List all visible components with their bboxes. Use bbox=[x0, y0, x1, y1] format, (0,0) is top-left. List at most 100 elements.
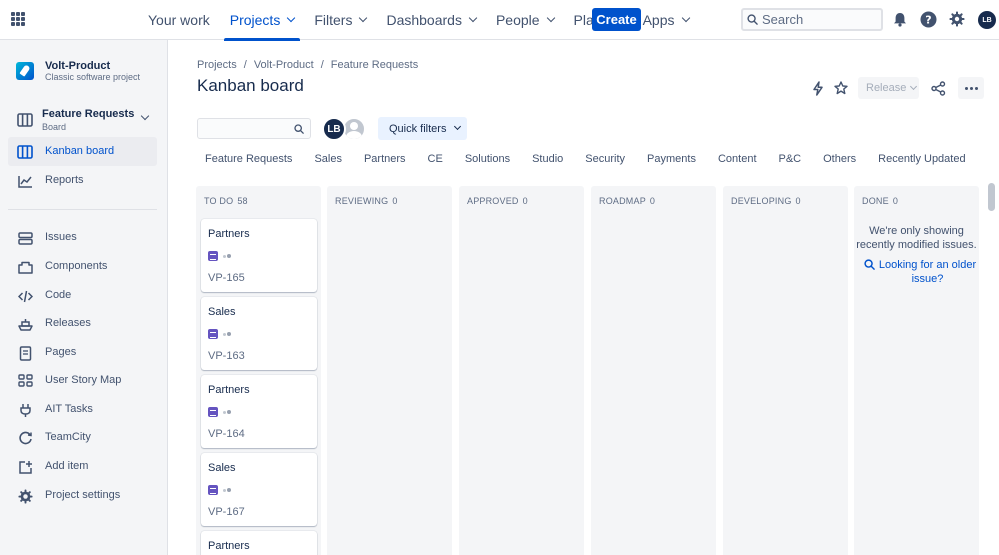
search-icon bbox=[747, 14, 758, 25]
board-search[interactable] bbox=[197, 118, 311, 139]
top-navigation: Your work Projects Filters Dashboards Pe… bbox=[0, 0, 999, 41]
automation-lightning-icon[interactable] bbox=[810, 80, 826, 96]
priority-dots-icon bbox=[223, 410, 231, 414]
issue-card[interactable]: Partners VP-165 bbox=[201, 219, 317, 292]
nav-label: Your work bbox=[148, 12, 210, 28]
assignee-avatar-lb[interactable]: LB bbox=[322, 117, 346, 141]
user-avatar[interactable]: LB bbox=[978, 11, 996, 29]
filter-studio[interactable]: Studio bbox=[524, 150, 571, 170]
card-key: VP-164 bbox=[208, 428, 245, 440]
sidebar-item-add-item[interactable]: Add item bbox=[8, 452, 157, 481]
column-name: REVIEWING bbox=[335, 196, 389, 206]
nav-people[interactable]: People bbox=[486, 0, 564, 40]
release-button[interactable]: Release bbox=[858, 77, 919, 99]
column-count: 58 bbox=[237, 196, 248, 206]
board-selector[interactable]: Feature Requests Board bbox=[8, 104, 158, 136]
sidebar-item-code[interactable]: Code bbox=[8, 281, 157, 310]
card-key: VP-165 bbox=[208, 272, 245, 284]
filter-security[interactable]: Security bbox=[577, 150, 633, 170]
issue-card[interactable]: Partners bbox=[201, 531, 317, 555]
sidebar-item-label: Add item bbox=[45, 460, 89, 472]
sidebar-item-kanban-board[interactable]: Kanban board bbox=[8, 137, 157, 166]
component-icon bbox=[17, 259, 33, 275]
sidebar-item-user-story-map[interactable]: User Story Map bbox=[8, 366, 157, 395]
filter-content[interactable]: Content bbox=[710, 150, 765, 170]
filter-solutions[interactable]: Solutions bbox=[457, 150, 518, 170]
column-name: ROADMAP bbox=[599, 196, 646, 206]
scrollbar-thumb[interactable] bbox=[988, 183, 995, 211]
sidebar-item-issues[interactable]: Issues bbox=[8, 223, 157, 252]
board-name: Feature Requests bbox=[42, 108, 135, 120]
board-search-input[interactable] bbox=[202, 121, 292, 136]
nav-filters[interactable]: Filters bbox=[304, 0, 376, 40]
board-icon bbox=[17, 144, 33, 160]
help-icon[interactable]: ? bbox=[919, 10, 937, 28]
issue-card[interactable]: Sales VP-167 bbox=[201, 453, 317, 526]
nav-apps[interactable]: Apps bbox=[633, 0, 699, 40]
card-summary: Sales bbox=[208, 306, 236, 318]
column-count: 0 bbox=[522, 196, 528, 206]
teamcity-icon bbox=[17, 430, 33, 446]
filter-recently-updated[interactable]: Recently Updated bbox=[870, 150, 973, 170]
issue-card[interactable]: Partners VP-164 bbox=[201, 375, 317, 448]
sidebar-item-label: TeamCity bbox=[45, 431, 91, 443]
column-approved: APPROVED 0 bbox=[459, 186, 584, 555]
sidebar-item-label: Releases bbox=[45, 317, 91, 329]
more-actions-icon[interactable] bbox=[958, 77, 984, 99]
board-columns-icon bbox=[17, 113, 33, 127]
sidebar-item-label: Pages bbox=[45, 346, 77, 358]
project-sidebar: Volt-Product Classic software project Fe… bbox=[0, 40, 168, 555]
filter-ce[interactable]: CE bbox=[420, 150, 451, 170]
nav-label: Projects bbox=[229, 12, 281, 28]
create-button[interactable]: Create bbox=[592, 8, 641, 31]
project-avatar-icon bbox=[16, 62, 34, 80]
older-issues-link[interactable]: Looking for an older issue? bbox=[862, 258, 977, 286]
breadcrumb-project[interactable]: Volt-Product bbox=[254, 59, 314, 71]
notifications-bell-icon[interactable] bbox=[891, 10, 909, 28]
nav-projects[interactable]: Projects bbox=[220, 0, 305, 41]
sidebar-item-ait-tasks[interactable]: AIT Tasks bbox=[8, 395, 157, 424]
card-key: VP-167 bbox=[208, 506, 245, 518]
quick-filters-button[interactable]: Quick filters bbox=[378, 117, 467, 140]
column-header: DONE 0 bbox=[862, 196, 898, 206]
breadcrumb-board[interactable]: Feature Requests bbox=[331, 59, 418, 71]
sidebar-item-pages[interactable]: Pages bbox=[8, 338, 157, 367]
filter-payments[interactable]: Payments bbox=[639, 150, 704, 170]
sidebar-item-label: User Story Map bbox=[45, 374, 122, 386]
card-summary: Partners bbox=[208, 228, 250, 240]
column-reviewing: REVIEWING 0 bbox=[327, 186, 452, 555]
global-search[interactable] bbox=[741, 8, 883, 31]
nav-dashboards[interactable]: Dashboards bbox=[376, 0, 486, 40]
column-developing: DEVELOPING 0 bbox=[723, 186, 848, 555]
breadcrumb-projects[interactable]: Projects bbox=[197, 59, 237, 71]
breadcrumb: Projects / Volt-Product / Feature Reques… bbox=[197, 59, 418, 71]
sidebar-item-teamcity[interactable]: TeamCity bbox=[8, 423, 157, 452]
priority-dots-icon bbox=[223, 332, 231, 336]
sidebar-item-components[interactable]: Components bbox=[8, 252, 157, 281]
share-icon[interactable] bbox=[930, 80, 946, 96]
star-icon[interactable] bbox=[833, 80, 849, 96]
page-title: Kanban board bbox=[197, 76, 304, 95]
settings-gear-icon[interactable] bbox=[948, 10, 966, 28]
sidebar-item-project-settings[interactable]: Project settings bbox=[8, 481, 157, 510]
filter-others[interactable]: Others bbox=[815, 150, 864, 170]
app-switcher-icon[interactable] bbox=[11, 12, 25, 26]
nav-your-work[interactable]: Your work bbox=[138, 0, 220, 40]
sidebar-item-releases[interactable]: Releases bbox=[8, 309, 157, 338]
board-scrollbar[interactable] bbox=[987, 183, 996, 555]
quick-filters-label: Quick filters bbox=[389, 122, 447, 135]
filter-sales[interactable]: Sales bbox=[306, 150, 350, 170]
filter-p-and-c[interactable]: P&C bbox=[771, 150, 810, 170]
sidebar-item-reports[interactable]: Reports bbox=[8, 166, 157, 195]
filter-partners[interactable]: Partners bbox=[356, 150, 414, 170]
issue-card[interactable]: Sales VP-163 bbox=[201, 297, 317, 370]
filter-feature-requests[interactable]: Feature Requests bbox=[197, 150, 300, 170]
column-header: APPROVED 0 bbox=[467, 196, 528, 206]
search-input[interactable] bbox=[762, 12, 872, 27]
search-icon bbox=[864, 259, 875, 270]
chevron-down-icon bbox=[546, 13, 555, 23]
breadcrumb-separator: / bbox=[320, 59, 324, 71]
sidebar-item-label: Components bbox=[45, 260, 108, 272]
sidebar-item-label: Reports bbox=[45, 174, 84, 186]
search-icon bbox=[294, 124, 304, 134]
